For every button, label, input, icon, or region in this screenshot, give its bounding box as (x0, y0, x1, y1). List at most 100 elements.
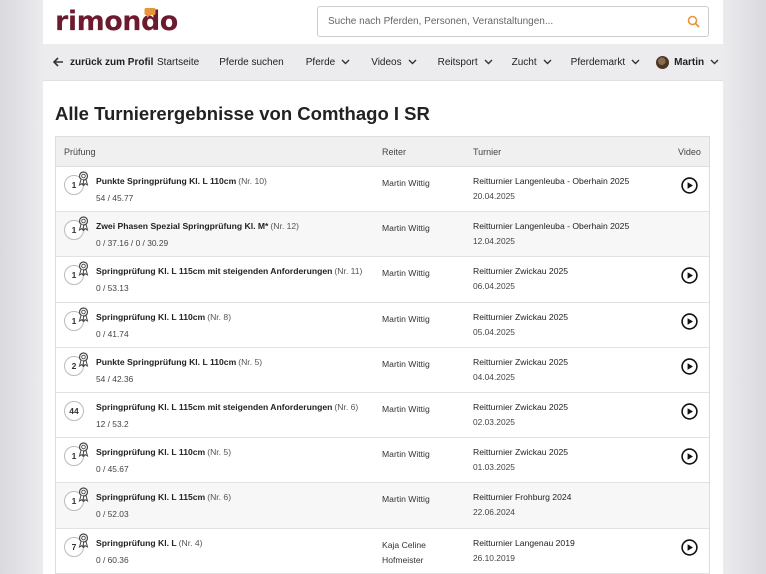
chevron-down-icon (710, 59, 719, 65)
competition-number: (Nr. 4) (178, 537, 203, 548)
score: 54 / 45.77 (96, 193, 134, 203)
tournament-date: 26.10.2019 (473, 552, 515, 563)
play-video-icon[interactable] (681, 358, 698, 375)
nav-reitsport[interactable]: Reitsport (438, 44, 493, 80)
competition-name[interactable]: Punkte Springprüfung Kl. L 110cm (Nr. 10) (96, 176, 267, 186)
competition-title: Springprüfung Kl. L 110cm (96, 311, 206, 322)
nav-zucht-label: Zucht (511, 56, 537, 68)
page-title: Alle Turnierergebnisse von Comthago I SR (55, 103, 430, 124)
chevron-down-icon (631, 59, 640, 65)
table-row[interactable]: 1 Springprüfung Kl. L 115cm (Nr. 6) 0 / 52.… (56, 483, 709, 529)
table-row[interactable]: 1 Springprüfung Kl. L 115cm mit steigende… (56, 257, 709, 303)
play-video-icon[interactable] (681, 403, 698, 420)
competition-name[interactable]: Springprüfung Kl. L 115cm (Nr. 6) (96, 492, 231, 502)
table-row[interactable]: 1 Springprüfung Kl. L 110cm (Nr. 8) 0 / 41.… (56, 302, 709, 348)
tournament-name[interactable]: Reitturnier Zwickau 2025 (473, 312, 568, 322)
competition-number: (Nr. 6) (334, 401, 359, 412)
table-row[interactable]: 1 Zwei Phasen Spezial Springprüfung Kl. M… (56, 212, 709, 258)
rider-name[interactable]: Kaja Celine Hofmeister (382, 538, 462, 568)
back-label: zurück zum Profil (70, 56, 154, 68)
tournament-name[interactable]: Reitturnier Zwickau 2025 (473, 447, 568, 457)
competition-name[interactable]: Punkte Springprüfung Kl. L 110cm (Nr. 5) (96, 357, 262, 367)
table-header: Prüfung Reiter Turnier Video (56, 137, 709, 167)
nav-pferde[interactable]: Pferde (306, 44, 350, 80)
back-to-profile-link[interactable]: zurück zum Profil (43, 44, 154, 80)
tournament-date: 06.04.2025 (473, 281, 515, 292)
logo[interactable]: rimondo (55, 6, 178, 37)
tournament-name[interactable]: Reitturnier Langenleuba - Oberhain 2025 (473, 221, 629, 231)
rider-name[interactable]: Martin Wittig (382, 312, 462, 327)
rider-name[interactable]: Martin Wittig (382, 266, 462, 281)
competition-name[interactable]: Springprüfung Kl. L 115cm mit steigenden… (96, 402, 358, 412)
table-row[interactable]: 7 Springprüfung Kl. L (Nr. 4) 0 / 60.36 Kaja… (56, 528, 709, 574)
play-video-icon[interactable] (681, 267, 698, 285)
rider-name[interactable]: Martin Wittig (382, 402, 462, 417)
user-menu[interactable]: Martin (656, 44, 719, 80)
search-input[interactable]: Suche nach Pferden, Personen, Veranstalt… (328, 16, 678, 27)
competition-name[interactable]: Springprüfung Kl. L 110cm (Nr. 8) (96, 312, 231, 322)
play-video-icon[interactable] (681, 177, 698, 194)
tournament-date: 05.04.2025 (473, 326, 515, 337)
tournament-name[interactable]: Reitturnier Zwickau 2025 (473, 402, 568, 412)
play-video-icon[interactable] (681, 312, 698, 330)
nav-zucht[interactable]: Zucht (512, 44, 552, 80)
tournament-name[interactable]: Reitturnier Zwickau 2025 (473, 266, 568, 276)
ribbon-icon (77, 216, 90, 236)
competition-number: (Nr. 5) (238, 356, 263, 367)
search-icon[interactable] (678, 7, 708, 36)
rider-name[interactable]: Martin Wittig (382, 492, 462, 507)
score: 0 / 52.03 (96, 509, 129, 520)
main-nav: zurück zum Profil Startseite Pferde such… (43, 44, 723, 81)
competition-name[interactable]: Springprüfung Kl. L (Nr. 4) (96, 538, 203, 548)
column-header-video: Video (678, 147, 701, 157)
table-body: 1 Punkte Springprüfung Kl. L 110cm (Nr. 10… (56, 167, 709, 574)
competition-title: Springprüfung Kl. L 115cm (96, 492, 206, 503)
nav-startseite[interactable]: Startseite (157, 44, 199, 80)
competition-number: (Nr. 5) (207, 447, 232, 458)
competition-title: Punkte Springprüfung Kl. L 110cm (96, 176, 237, 186)
rider-name[interactable]: Martin Wittig (382, 176, 462, 191)
score: 0 / 37.16 / 0 / 30.29 (96, 238, 169, 249)
column-header-reiter: Reiter (382, 147, 407, 157)
nav-pferde-label: Pferde (305, 56, 336, 68)
competition-name[interactable]: Springprüfung Kl. L 115cm mit steigenden… (96, 266, 362, 276)
tournament-date: 04.04.2025 (473, 371, 515, 382)
results-table: Prüfung Reiter Turnier Video 1 Punkte Spr… (55, 136, 710, 574)
tournament-date: 12.04.2025 (473, 236, 515, 247)
rider-name[interactable]: Martin Wittig (382, 221, 462, 236)
play-video-icon[interactable] (681, 448, 698, 465)
rider-name[interactable]: Martin Wittig (382, 447, 462, 462)
play-video-icon[interactable] (681, 538, 698, 556)
table-row[interactable]: 44 Springprüfung Kl. L 115cm mit steigend… (56, 392, 709, 439)
tournament-name[interactable]: Reitturnier Langenau 2019 (473, 538, 575, 548)
search-box[interactable]: Suche nach Pferden, Personen, Veranstalt… (317, 6, 709, 37)
chevron-down-icon (543, 59, 552, 65)
tournament-name[interactable]: Reitturnier Zwickau 2025 (473, 357, 568, 367)
tournament-date: 01.03.2025 (473, 462, 515, 473)
nav-pferdemarkt[interactable]: Pferdemarkt (571, 44, 640, 80)
ribbon-icon (77, 171, 90, 191)
competition-name[interactable]: Zwei Phasen Spezial Springprüfung Kl. M*… (96, 221, 299, 231)
placement-badge: 44 (64, 400, 84, 421)
chevron-down-icon (484, 59, 493, 65)
score: 0 / 41.74 (96, 328, 129, 339)
tournament-date: 20.04.2025 (473, 191, 515, 201)
competition-title: Springprüfung Kl. L 110cm (96, 447, 206, 458)
nav-pferde-suchen[interactable]: Pferde suchen (219, 44, 284, 80)
table-row[interactable]: 1 Springprüfung Kl. L 110cm (Nr. 5) 0 / 45.… (56, 438, 709, 484)
arrow-left-icon (53, 57, 64, 67)
nav-videos[interactable]: Videos (371, 44, 417, 80)
ribbon-icon (77, 261, 90, 281)
table-row[interactable]: 2 Punkte Springprüfung Kl. L 110cm (Nr. 5)… (56, 347, 709, 393)
score: 54 / 42.36 (96, 373, 134, 384)
rider-name[interactable]: Martin Wittig (382, 357, 462, 372)
table-row[interactable]: 1 Punkte Springprüfung Kl. L 110cm (Nr. 10… (56, 167, 709, 213)
competition-number: (Nr. 6) (207, 492, 232, 503)
competition-name[interactable]: Springprüfung Kl. L 110cm (Nr. 5) (96, 447, 231, 457)
ribbon-icon (77, 532, 90, 553)
ribbon-icon (77, 352, 90, 372)
score: 12 / 53.2 (96, 418, 129, 429)
tournament-name[interactable]: Reitturnier Langenleuba - Oberhain 2025 (473, 176, 629, 186)
nav-reitsport-label: Reitsport (437, 56, 478, 68)
tournament-name[interactable]: Reitturnier Frohburg 2024 (473, 492, 571, 502)
